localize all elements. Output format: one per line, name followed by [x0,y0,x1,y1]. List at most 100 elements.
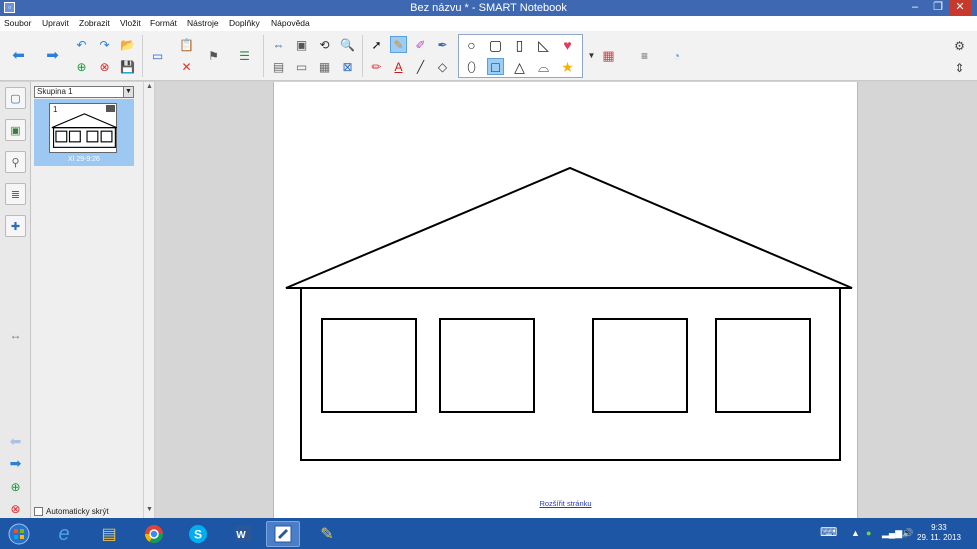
shape-dropdown-icon[interactable]: ▼ [583,47,600,64]
heart-shape-icon[interactable]: ♥ [559,36,576,53]
delete-page-icon[interactable]: ⊗ [96,58,113,75]
undo-icon[interactable]: ↶ [73,36,90,53]
record-icon[interactable]: ⟲ [316,36,333,53]
window-rect-4 [715,318,811,413]
keyboard-icon[interactable]: ⌨ [820,525,837,539]
signal-icon[interactable]: ▂▄▆ [882,528,902,539]
smart-notebook-taskbar-icon[interactable] [266,521,300,547]
line-style-icon[interactable]: ≡ [636,47,653,64]
semicircle-shape-icon[interactable]: ⌓ [535,58,552,75]
pen-icon[interactable]: ✎ [390,36,407,53]
menu-soubor[interactable]: Soubor [4,18,31,28]
panel-next-page-icon[interactable]: ➡ [7,454,24,471]
save-icon[interactable]: 💾 [119,58,136,75]
chevron-down-icon[interactable]: ▼ [123,87,133,97]
auto-hide-checkbox[interactable]: Automaticky skrýt [34,507,109,516]
fill-effects-icon[interactable]: ◔ [668,47,685,64]
menu-upravit[interactable]: Upravit [42,18,69,28]
select-icon[interactable]: ➚ [368,36,385,53]
right-triangle-shape-icon[interactable]: ◺ [535,36,552,53]
attachments-tab-icon[interactable]: ⚲ [5,151,26,173]
volume-icon[interactable]: 🔊 [902,528,913,539]
resize-panel-icon[interactable]: ↔ [7,326,24,343]
rounded-rect-shape-icon[interactable]: ▢ [487,36,504,53]
close-screen-icon[interactable]: ⊠ [339,58,356,75]
table-align-icon[interactable]: ☰ [236,47,253,64]
move-toolbar-icon[interactable]: ⇕ [951,59,968,76]
open-icon[interactable]: 📂 [119,36,136,53]
table-icon[interactable]: ▦ [316,58,333,75]
file-explorer-icon[interactable]: ▤ [92,521,126,547]
sorter-scrollbar[interactable]: ▲ ▼ [143,82,155,518]
display-icon[interactable]: ▭ [293,58,310,75]
tall-rect-shape-icon[interactable]: ▯ [511,36,528,53]
scroll-down-icon[interactable]: ▼ [144,506,155,516]
close-button[interactable]: ✕ [949,0,971,16]
word-icon[interactable]: W [226,521,260,547]
dual-page-icon[interactable]: ▤ [270,58,287,75]
skype-icon[interactable]: S [181,521,215,547]
ellipse-shape-icon[interactable]: ⬯ [463,58,480,75]
start-button[interactable] [4,521,34,547]
addons-tab-icon[interactable]: ✚ [5,215,26,237]
window-rect-3 [592,318,688,413]
svg-text:W: W [236,530,246,541]
settings-gear-icon[interactable]: ⚙ [951,37,968,54]
next-page-icon[interactable]: ➡ [44,47,61,64]
pens-icon[interactable]: ✏ [368,58,385,75]
properties-tab-icon[interactable]: ≣ [5,183,26,205]
page-sorter-panel: Skupina 1 ▼ 1 Xl 29-9:26 Automaticky skr… [31,82,143,518]
internet-explorer-icon[interactable]: e [47,521,81,547]
star-shape-icon[interactable]: ★ [559,58,576,75]
screen-capture-icon[interactable]: ▣ [293,36,310,53]
menu-doplnky[interactable]: Doplňky [229,18,260,28]
checkbox-icon[interactable] [34,507,43,516]
menu-format[interactable]: Formát [150,18,177,28]
menu-vlozit[interactable]: Vložit [120,18,141,28]
menu-zobrazit[interactable]: Zobrazit [79,18,110,28]
magic-pen-icon[interactable]: ✒ [434,36,451,53]
triangle-shape-icon[interactable]: △ [511,58,528,75]
paint-icon[interactable]: ✎ [310,521,344,547]
scroll-up-icon[interactable]: ▲ [144,83,155,93]
menu-nastroje[interactable]: Nástroje [187,18,219,28]
extend-page-link[interactable]: Rozšířit stránku [274,499,857,508]
add-page-icon[interactable]: ⊕ [73,58,90,75]
panel-delete-page-icon[interactable]: ⊗ [7,500,24,517]
page-sorter-tab-icon[interactable]: ▢ [5,87,26,109]
tray-expand-icon[interactable]: ▲ [851,528,860,538]
page-thumbnail[interactable]: 1 [49,103,117,153]
group-select[interactable]: Skupina 1 ▼ [34,86,134,98]
text-icon[interactable]: A [390,58,407,75]
magnifier-icon[interactable]: 🔍 [339,36,356,53]
delete-icon[interactable]: ✕ [178,58,195,75]
previous-page-icon[interactable]: ⬅ [10,47,27,64]
paste-icon[interactable]: 📋 [178,36,195,53]
clock[interactable]: 9:33 29. 11. 2013 [917,523,961,543]
eraser-icon[interactable]: ◇ [434,58,451,75]
screen-shade-icon[interactable]: ▭ [149,47,166,64]
panel-add-page-icon[interactable]: ⊕ [7,478,24,495]
panel-previous-page-icon[interactable]: ⬅ [7,432,24,449]
rectangle-shape-icon[interactable]: □ [487,58,504,75]
line-icon[interactable]: ╱ [412,58,429,75]
notebook-page[interactable]: Rozšířit stránku [273,82,858,518]
document-camera-icon[interactable]: ⚑ [205,47,222,64]
house-body-rect [300,287,841,461]
redo-icon[interactable]: ↷ [96,36,113,53]
creative-pen-icon[interactable]: ✐ [412,36,429,53]
window-title: Bez názvu * - SMART Notebook [410,2,567,14]
gallery-tab-icon[interactable]: ▣ [5,119,26,141]
maximize-button[interactable]: ❐ [927,0,949,16]
chrome-icon[interactable] [137,521,171,547]
menu-napoveda[interactable]: Nápověda [271,18,310,28]
color-palette-icon[interactable]: ▦ [600,47,617,64]
house-drawing[interactable] [274,82,859,518]
page-thumbnail-selected[interactable]: 1 Xl 29-9:26 [34,99,134,166]
window-rect-2 [439,318,535,413]
minimize-button[interactable]: – [904,0,926,16]
full-screen-icon[interactable]: ⇔ [270,36,287,53]
circle-shape-icon[interactable]: ○ [463,36,480,53]
network-status-icon[interactable]: ● [866,528,871,538]
window-rect-1 [321,318,417,413]
